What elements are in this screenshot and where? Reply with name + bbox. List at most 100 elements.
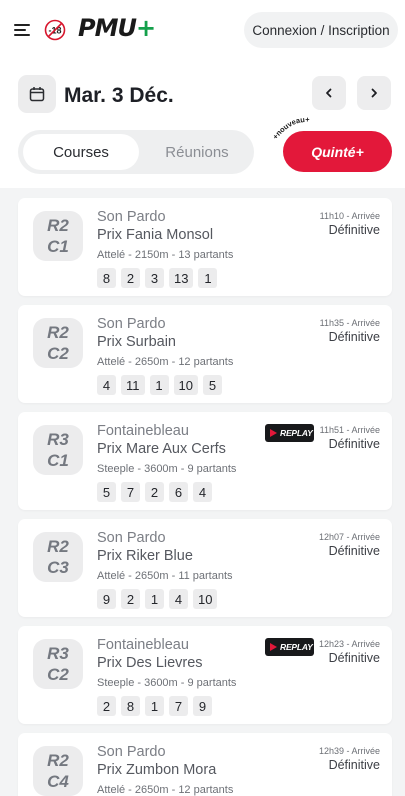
reunion-number: R3 <box>47 430 69 449</box>
previous-day-button[interactable] <box>312 76 346 110</box>
view-segmented-control: Courses Réunions <box>18 130 254 174</box>
race-time: 11h35 - Arrivée <box>319 318 380 328</box>
race-details: Attelé - 2650m - 12 partants <box>97 784 234 796</box>
result-number: 3 <box>145 268 164 288</box>
login-button[interactable]: Connexion / Inscription <box>244 12 398 48</box>
replay-label: REPLAY <box>280 428 313 438</box>
course-number: C2 <box>47 344 69 363</box>
result-number: 4 <box>97 375 116 395</box>
race-status: Définitive <box>328 651 380 665</box>
nouveau-badge: +nouveau+ <box>272 115 310 141</box>
result-number: 1 <box>145 696 164 716</box>
reunion-number: R2 <box>47 537 69 556</box>
race-time: 12h23 - Arrivée <box>318 639 380 649</box>
replay-button[interactable]: REPLAY <box>265 424 314 442</box>
result-number: 2 <box>97 696 116 716</box>
race-status: Définitive <box>328 437 380 451</box>
course-number: C4 <box>47 772 69 791</box>
result-number: 2 <box>145 482 164 502</box>
race-time: 11h10 - Arrivée <box>319 211 380 221</box>
replay-button[interactable]: REPLAY <box>265 638 314 656</box>
calendar-icon <box>29 87 45 102</box>
reunion-number: R2 <box>47 323 69 342</box>
race-result: 28179 <box>97 696 212 716</box>
result-number: 5 <box>97 482 116 502</box>
race-code-badge: R2 C4 <box>33 746 83 796</box>
race-code-badge: R2 C3 <box>33 532 83 582</box>
race-code-badge: R3 C1 <box>33 425 83 475</box>
race-card[interactable]: R2 C2 Son Pardo Prix Surbain Attelé - 26… <box>18 305 392 403</box>
race-name: Prix Des Lievres <box>97 655 203 671</box>
result-number: 8 <box>121 696 140 716</box>
hamburger-icon[interactable] <box>14 24 30 36</box>
date-bar: Mar. 3 Déc. Courses Réunions Quinté+ +no… <box>0 64 405 188</box>
result-number: 1 <box>149 375 169 395</box>
replay-icon <box>270 643 277 651</box>
replay-icon <box>270 429 277 437</box>
race-result: 9 2 1 4 10 <box>97 589 218 609</box>
race-status: Définitive <box>328 544 380 558</box>
result-number: 13 <box>169 268 194 288</box>
app-header: -18 PMU+ Connexion / Inscription <box>0 0 405 64</box>
reunion-number: R2 <box>47 751 69 770</box>
result-number: 9 <box>193 696 212 716</box>
next-day-button[interactable] <box>357 76 391 110</box>
race-name: Prix Zumbon Mora <box>97 762 217 778</box>
race-venue: Fontainebleau <box>97 423 189 439</box>
race-details: Attelé - 2650m - 11 partants <box>97 570 233 582</box>
race-status: Définitive <box>328 223 380 237</box>
race-name: Prix Mare Aux Cerfs <box>97 441 226 457</box>
result-number: 2 <box>121 268 140 288</box>
age-restriction-icon: -18 <box>44 19 66 41</box>
result-number: 10 <box>193 589 218 609</box>
race-name: Prix Riker Blue <box>97 548 193 564</box>
race-card[interactable]: R2 C3 Son Pardo Prix Riker Blue Attelé -… <box>18 519 392 617</box>
course-number: C1 <box>47 451 69 470</box>
date-title: Mar. 3 Déc. <box>64 84 174 107</box>
race-name: Prix Surbain <box>97 334 176 350</box>
race-card[interactable]: R3 C1 Fontainebleau Prix Mare Aux Cerfs … <box>18 412 392 510</box>
race-venue: Son Pardo <box>97 316 166 332</box>
race-venue: Son Pardo <box>97 744 166 760</box>
pmu-logo[interactable]: PMU+ <box>78 14 156 42</box>
race-code-badge: R2 C2 <box>33 318 83 368</box>
race-time: 12h39 - Arrivée <box>318 746 380 756</box>
result-number: 7 <box>169 696 188 716</box>
race-card[interactable]: R2 C4 Son Pardo Prix Zumbon Mora Attelé … <box>18 733 392 796</box>
race-venue: Son Pardo <box>97 209 166 225</box>
svg-text:+nouveau+: +nouveau+ <box>272 115 310 141</box>
race-details: Attelé - 2650m - 12 partants <box>97 356 234 368</box>
reunion-number: R3 <box>47 644 69 663</box>
reunion-number: R2 <box>47 216 69 235</box>
result-number: 2 <box>121 589 140 609</box>
chevron-right-icon <box>371 88 377 98</box>
result-number: 4 <box>169 589 188 609</box>
tab-reunions[interactable]: Réunions <box>146 134 248 170</box>
result-number: 8 <box>97 268 116 288</box>
result-number: 11 <box>121 375 145 395</box>
race-details: Steeple - 3600m - 9 partants <box>97 463 237 475</box>
replay-label: REPLAY <box>280 642 313 652</box>
race-details: Attelé - 2150m - 13 partants <box>97 249 234 261</box>
race-result: 8 2 3 13 1 <box>97 268 218 288</box>
chevron-left-icon <box>326 88 332 98</box>
race-status: Définitive <box>328 330 380 344</box>
course-number: C1 <box>47 237 69 256</box>
course-number: C3 <box>47 558 69 577</box>
race-name: Prix Fania Monsol <box>97 227 214 243</box>
race-code-badge: R3 C2 <box>33 639 83 689</box>
race-status: Définitive <box>328 758 380 772</box>
result-number: 4 <box>193 482 212 502</box>
result-number: 1 <box>145 589 164 609</box>
race-card[interactable]: R2 C1 Son Pardo Prix Fania Monsol Attelé… <box>18 198 392 296</box>
tab-courses[interactable]: Courses <box>23 134 139 170</box>
race-result: 57264 <box>97 482 212 502</box>
calendar-button[interactable] <box>18 75 56 113</box>
race-card[interactable]: R3 C2 Fontainebleau Prix Des Lievres Ste… <box>18 626 392 724</box>
race-code-badge: R2 C1 <box>33 211 83 261</box>
race-venue: Fontainebleau <box>97 637 189 653</box>
race-time: 12h07 - Arrivée <box>318 532 380 542</box>
race-venue: Son Pardo <box>97 530 166 546</box>
result-number: 7 <box>121 482 140 502</box>
course-number: C2 <box>47 665 69 684</box>
